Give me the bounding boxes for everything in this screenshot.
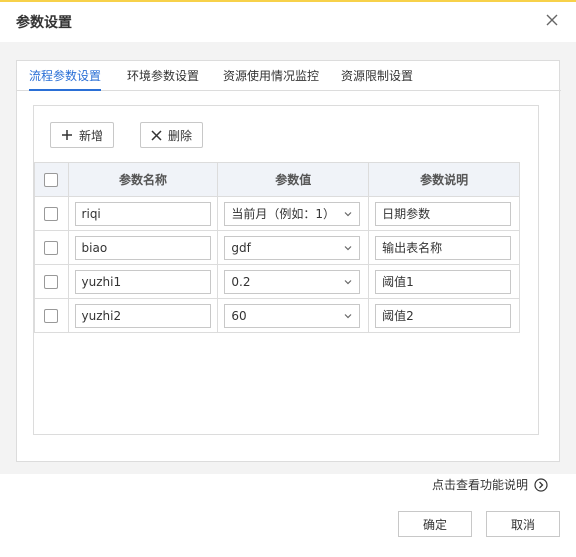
add-button-label: 新增 — [79, 128, 104, 143]
add-button[interactable]: 新增 — [50, 122, 115, 148]
row-checkbox[interactable] — [44, 206, 59, 221]
chevron-down-icon — [344, 245, 352, 250]
param-value-select[interactable]: 60 — [224, 303, 361, 328]
table-row: riqi 当前月（例如：1） 日期参数 — [34, 196, 520, 231]
chevron-down-icon — [344, 313, 352, 318]
tab-bar: 流程参数设置 环境参数设置 资源使用情况监控 资源限制设置 — [17, 61, 561, 91]
dialog-titlebar: 参数设置 — [0, 2, 576, 42]
table-row: biao gdf 输出表名称 — [34, 230, 520, 265]
row-checkbox[interactable] — [44, 240, 59, 255]
param-name-input[interactable]: riqi — [74, 201, 211, 226]
tab-process-params[interactable]: 流程参数设置 — [29, 61, 102, 91]
select-all-cell — [34, 162, 69, 197]
column-header-name: 参数名称 — [67, 162, 219, 197]
param-value-select[interactable]: 0.2 — [224, 269, 361, 294]
delete-button[interactable]: 删除 — [140, 122, 204, 148]
delete-button-label: 删除 — [168, 128, 193, 143]
plus-icon — [62, 130, 72, 140]
param-name-input[interactable]: yuzhi2 — [74, 303, 211, 328]
param-value-select[interactable]: 当前月（例如：1） — [224, 201, 361, 226]
param-value-text: gdf — [231, 240, 251, 255]
param-value-text: 0.2 — [231, 274, 251, 289]
table-row: yuzhi1 0.2 阈值1 — [34, 264, 520, 299]
row-checkbox[interactable] — [44, 274, 59, 289]
table-row: yuzhi2 60 阈值2 — [34, 298, 520, 333]
param-desc-input[interactable]: 日期参数 — [375, 201, 512, 226]
select-all-checkbox[interactable] — [44, 172, 59, 187]
ok-button[interactable]: 确定 — [398, 511, 472, 537]
param-value-select[interactable]: gdf — [224, 235, 361, 260]
dialog-title: 参数设置 — [16, 15, 72, 31]
tab-resource-limits[interactable]: 资源限制设置 — [341, 61, 413, 91]
help-link[interactable]: 点击查看功能说明 — [432, 476, 548, 493]
settings-panel: 流程参数设置 环境参数设置 资源使用情况监控 资源限制设置 新增 删除 参数名称… — [16, 60, 561, 462]
param-desc-input[interactable]: 阈值1 — [375, 269, 512, 294]
param-name-input[interactable]: yuzhi1 — [74, 269, 211, 294]
table-header-row: 参数名称 参数值 参数说明 — [34, 162, 520, 197]
tab-resource-monitor[interactable]: 资源使用情况监控 — [223, 61, 319, 91]
param-name-input[interactable]: biao — [74, 235, 211, 260]
chevron-circle-right-icon — [534, 477, 548, 492]
column-header-desc: 参数说明 — [368, 162, 520, 197]
param-value-text: 当前月（例如：1） — [231, 206, 336, 221]
help-link-label: 点击查看功能说明 — [432, 478, 529, 492]
tab-env-params[interactable]: 环境参数设置 — [127, 61, 199, 91]
x-icon — [151, 129, 162, 141]
param-value-text: 60 — [231, 308, 247, 323]
chevron-down-icon — [344, 279, 352, 284]
dialog-body: 流程参数设置 环境参数设置 资源使用情况监控 资源限制设置 新增 删除 参数名称… — [0, 42, 576, 474]
params-table: 参数名称 参数值 参数说明 riqi 当前月（例如：1） 日期参数 biao g… — [34, 162, 520, 333]
close-icon[interactable] — [542, 10, 562, 30]
params-container: 新增 删除 参数名称 参数值 参数说明 riqi 当前月（例如：1） 日期参数 … — [33, 105, 539, 435]
param-desc-input[interactable]: 阈值2 — [375, 303, 512, 328]
chevron-down-icon — [344, 211, 352, 216]
param-desc-input[interactable]: 输出表名称 — [375, 235, 512, 260]
cancel-button[interactable]: 取消 — [486, 511, 560, 537]
column-header-value: 参数值 — [217, 162, 370, 197]
row-checkbox[interactable] — [44, 308, 59, 323]
